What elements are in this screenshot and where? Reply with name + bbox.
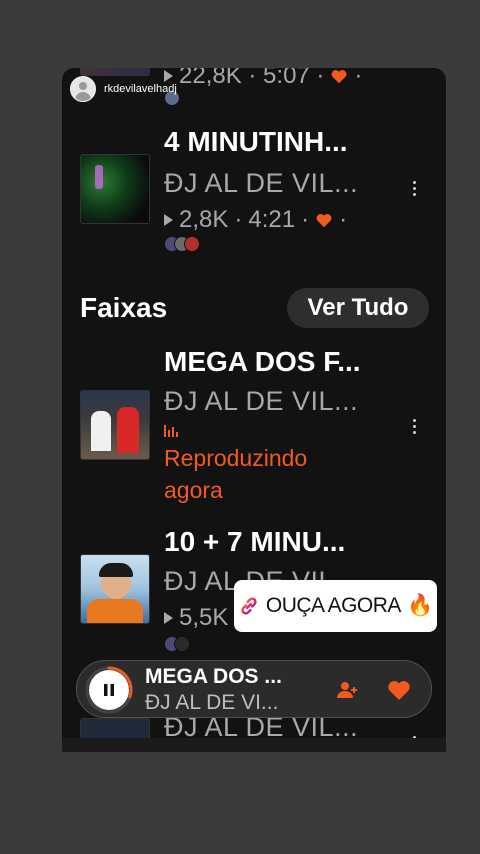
more-icon[interactable] (410, 181, 418, 196)
track-artist[interactable]: ĐJ AL DE VIL... (164, 386, 358, 417)
user-avatar-icon[interactable] (70, 76, 96, 102)
repost-avatars (164, 636, 190, 652)
track-cover (80, 154, 150, 224)
track-title: 10 + 7 MINU... (164, 526, 346, 557)
link-icon (241, 597, 257, 615)
mini-player-artist: ĐJ AL DE VI... (145, 691, 279, 714)
track-artist[interactable]: ĐJ AL DE VIL... (164, 168, 358, 199)
track-cover (80, 554, 150, 624)
play-count-icon (164, 214, 173, 226)
track-title: MEGA DOS F... (164, 346, 361, 377)
track-stats: 22,8K · 5:07 · · (164, 68, 362, 90)
play-count: 5,5K (179, 604, 229, 631)
heart-icon[interactable] (387, 679, 411, 701)
username[interactable]: rkdevilavelhadj (104, 83, 177, 95)
link-sticker-label: OUÇA AGORA (265, 594, 402, 617)
mini-player[interactable]: MEGA DOS ... ĐJ AL DE VI... (76, 660, 432, 718)
equalizer-icon (164, 425, 178, 437)
track-stats: 2,8K · 4:21 · · (164, 206, 347, 234)
heart-icon[interactable] (315, 212, 333, 228)
now-playing-status: Reproduzindo agora (164, 445, 308, 503)
see-all-button[interactable]: Ver Tudo (287, 288, 429, 328)
play-count: 2,8K (179, 206, 229, 233)
story-frame: rkdevilavelhadj 22,8K · 5:07 · · 4 MINUT… (62, 68, 446, 751)
bottom-nav (62, 738, 446, 752)
track-cover (80, 390, 150, 460)
more-icon[interactable] (410, 419, 418, 434)
mini-player-title: MEGA DOS ... (145, 665, 282, 688)
pause-icon (104, 684, 114, 696)
pause-button[interactable] (89, 670, 129, 710)
track-duration: 4:21 (248, 206, 296, 233)
track-stats: 5,5K (164, 604, 228, 632)
section-title: Faixas (80, 292, 168, 323)
repost-avatars (164, 236, 200, 252)
track-cover (80, 68, 150, 76)
follow-icon[interactable] (335, 678, 359, 702)
link-sticker[interactable]: OUÇA AGORA 🔥 (234, 580, 437, 632)
fire-emoji: 🔥 (406, 594, 434, 617)
track-title: 4 MINUTINH... (164, 126, 348, 157)
heart-icon[interactable] (330, 68, 348, 84)
story-header[interactable]: rkdevilavelhadj (70, 76, 177, 102)
play-count-icon (164, 612, 173, 624)
